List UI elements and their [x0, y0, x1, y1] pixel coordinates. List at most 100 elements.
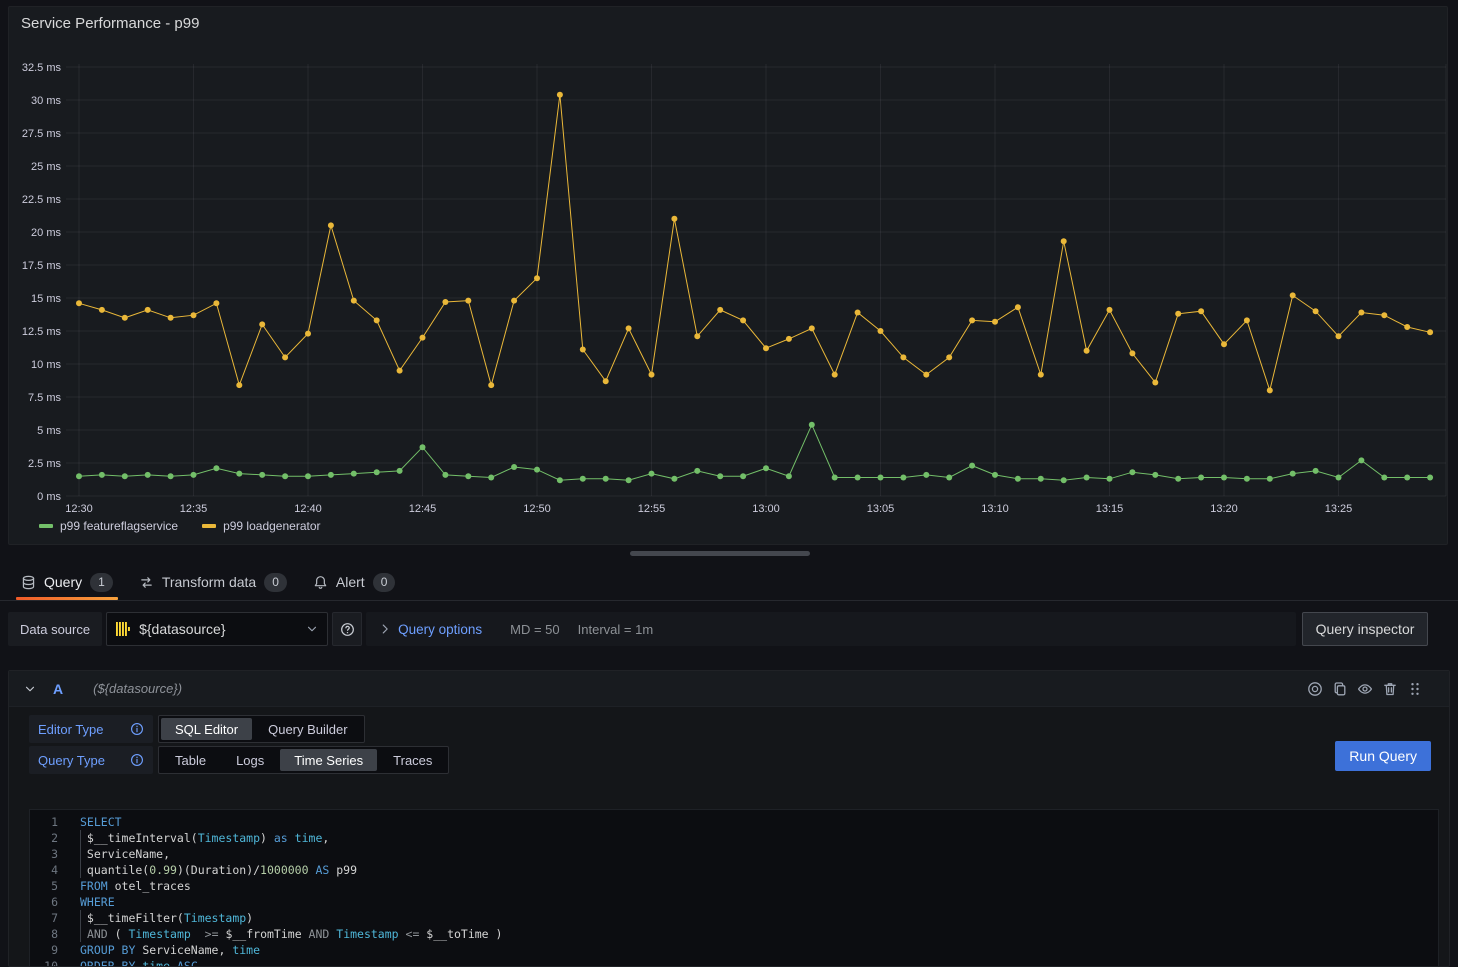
query-datasource-hint: (${datasource}): [93, 681, 182, 696]
line-number: 1: [30, 814, 58, 830]
svg-text:13:20: 13:20: [1210, 503, 1238, 515]
code-line[interactable]: 7 $__timeFilter(Timestamp): [30, 910, 1438, 926]
legend-item-p99-loadgenerator[interactable]: p99 loadgenerator: [202, 519, 320, 533]
line-number: 5: [30, 878, 58, 894]
code-text: GROUP BY ServiceName, time: [80, 942, 260, 958]
sql-editor[interactable]: 1SELECT2 $__timeInterval(Timestamp) as t…: [29, 809, 1439, 967]
query-type-option-traces[interactable]: Traces: [379, 749, 446, 771]
copy-icon[interactable]: [1332, 681, 1348, 697]
code-text: WHERE: [80, 894, 115, 910]
query-type-toggle: TableLogsTime SeriesTraces: [158, 746, 449, 774]
collapse-chevron-down-icon[interactable]: [23, 682, 37, 696]
code-text: SELECT: [80, 814, 122, 830]
query-type-option-time-series[interactable]: Time Series: [280, 749, 377, 771]
tab-badge: 1: [90, 573, 113, 592]
tab-label: Alert: [336, 574, 365, 590]
trash-icon[interactable]: [1382, 681, 1398, 697]
query-row-actions: [1307, 681, 1423, 697]
svg-text:10 ms: 10 ms: [31, 359, 61, 371]
svg-text:27.5 ms: 27.5 ms: [22, 128, 62, 140]
code-line[interactable]: 1 SELECT: [30, 814, 1438, 830]
editor-type-label: Editor Type: [29, 715, 153, 743]
svg-text:22.5 ms: 22.5 ms: [22, 194, 62, 206]
query-options-label[interactable]: Query options: [398, 622, 482, 637]
code-line[interactable]: 8 AND ( Timestamp >= $__fromTime AND Tim…: [30, 926, 1438, 942]
drag-handle-icon[interactable]: [1407, 681, 1423, 697]
tab-badge: 0: [373, 573, 396, 592]
tab-query[interactable]: Query1: [8, 564, 126, 600]
code-line[interactable]: 10ORDER BY time ASC: [30, 958, 1438, 967]
svg-text:15 ms: 15 ms: [31, 293, 61, 305]
line-number: 7: [30, 910, 58, 926]
code-text: ORDER BY time ASC: [80, 958, 198, 967]
code-line[interactable]: 5 FROM otel_traces: [30, 878, 1438, 894]
svg-text:32.5 ms: 32.5 ms: [22, 62, 62, 74]
datasource-picker[interactable]: ${datasource}: [106, 612, 328, 646]
query-row-body: Run Query Editor Type SQL EditorQuery Bu…: [9, 707, 1449, 967]
editor-type-toggle: SQL EditorQuery Builder: [158, 715, 365, 743]
timeseries-chart[interactable]: 0 ms2.5 ms5 ms7.5 ms10 ms12.5 ms15 ms17.…: [9, 41, 1449, 519]
code-line[interactable]: 9GROUP BY ServiceName, time: [30, 942, 1438, 958]
eye-icon[interactable]: [1357, 681, 1373, 697]
legend-swatch: [39, 524, 53, 528]
pane-resize-handle[interactable]: [630, 551, 810, 556]
code-text: quantile(0.99)(Duration)/1000000 AS p99: [80, 862, 357, 878]
editor-tabbar: Query1Transform data0 Alert 0: [0, 564, 1458, 601]
tab-label: Transform data: [162, 574, 256, 590]
timeseries-panel: Service Performance - p99 0 ms2.5 ms5 ms…: [8, 6, 1448, 545]
code-line[interactable]: 3 ServiceName,: [30, 846, 1438, 862]
clickhouse-logo-icon: [115, 621, 131, 637]
grafana-panel-editor: Service Performance - p99 0 ms2.5 ms5 ms…: [0, 0, 1458, 967]
run-query-button[interactable]: Run Query: [1335, 741, 1431, 771]
query-row-header[interactable]: A (${datasource}): [9, 671, 1449, 707]
svg-text:20 ms: 20 ms: [31, 227, 61, 239]
svg-text:13:15: 13:15: [1096, 503, 1124, 515]
series-p99-loadgenerator: [76, 92, 1433, 394]
legend-label: p99 loadgenerator: [223, 519, 320, 533]
datasource-label: Data source: [8, 612, 102, 646]
code-line[interactable]: 2 $__timeInterval(Timestamp) as time,: [30, 830, 1438, 846]
query-type-option-table[interactable]: Table: [161, 749, 220, 771]
query-editor-row: A (${datasource}) Run Query Editor Type …: [8, 670, 1450, 967]
info-circle-icon[interactable]: [130, 753, 144, 767]
code-text: ServiceName,: [80, 846, 170, 862]
line-number: 2: [30, 830, 58, 846]
record-circle-icon[interactable]: [1307, 681, 1323, 697]
datasource-help-button[interactable]: [332, 612, 362, 646]
legend-item-p99-featureflagservice[interactable]: p99 featureflagservice: [39, 519, 178, 533]
query-ref-id: A: [53, 681, 63, 697]
svg-text:12:40: 12:40: [294, 503, 322, 515]
series-p99-featureflagservice: [76, 422, 1433, 484]
code-text: FROM otel_traces: [80, 878, 191, 894]
svg-text:13:00: 13:00: [752, 503, 780, 515]
query-inspector-button[interactable]: Query inspector: [1302, 612, 1428, 646]
sql-code: 1SELECT2 $__timeInterval(Timestamp) as t…: [30, 814, 1438, 967]
query-type-option-logs[interactable]: Logs: [222, 749, 278, 771]
line-number: 6: [30, 894, 58, 910]
query-options-bar[interactable]: Query options MD = 50 Interval = 1m: [366, 612, 1296, 646]
svg-text:0 ms: 0 ms: [37, 491, 61, 503]
legend-label: p99 featureflagservice: [60, 519, 178, 533]
editor-type-option-query-builder[interactable]: Query Builder: [254, 718, 361, 740]
editor-type-row: Editor Type SQL EditorQuery Builder: [29, 715, 1431, 743]
code-text: $__timeInterval(Timestamp) as time,: [80, 830, 329, 846]
query-type-label-text: Query Type: [38, 753, 105, 768]
code-text: AND ( Timestamp >= $__fromTime AND Times…: [80, 926, 502, 942]
panel-title[interactable]: Service Performance - p99: [21, 15, 199, 32]
editor-type-option-sql-editor[interactable]: SQL Editor: [161, 718, 252, 740]
svg-text:12:45: 12:45: [409, 503, 437, 515]
bell-icon: [313, 575, 328, 590]
svg-text:13:10: 13:10: [981, 503, 1009, 515]
chart-grid: [66, 64, 1446, 496]
chart-axis-labels: 0 ms2.5 ms5 ms7.5 ms10 ms12.5 ms15 ms17.…: [22, 62, 1352, 515]
query-type-row: Query Type TableLogsTime SeriesTraces: [29, 746, 1431, 774]
line-number: 4: [30, 862, 58, 878]
process-icon: [139, 575, 154, 590]
svg-text:7.5 ms: 7.5 ms: [28, 392, 62, 404]
tab-transform-data[interactable]: Transform data0: [126, 564, 300, 600]
code-line[interactable]: 4 quantile(0.99)(Duration)/1000000 AS p9…: [30, 862, 1438, 878]
tab-alert[interactable]: Alert 0: [300, 564, 408, 600]
code-text: $__timeFilter(Timestamp): [80, 910, 253, 926]
info-circle-icon[interactable]: [130, 722, 144, 736]
code-line[interactable]: 6 WHERE: [30, 894, 1438, 910]
